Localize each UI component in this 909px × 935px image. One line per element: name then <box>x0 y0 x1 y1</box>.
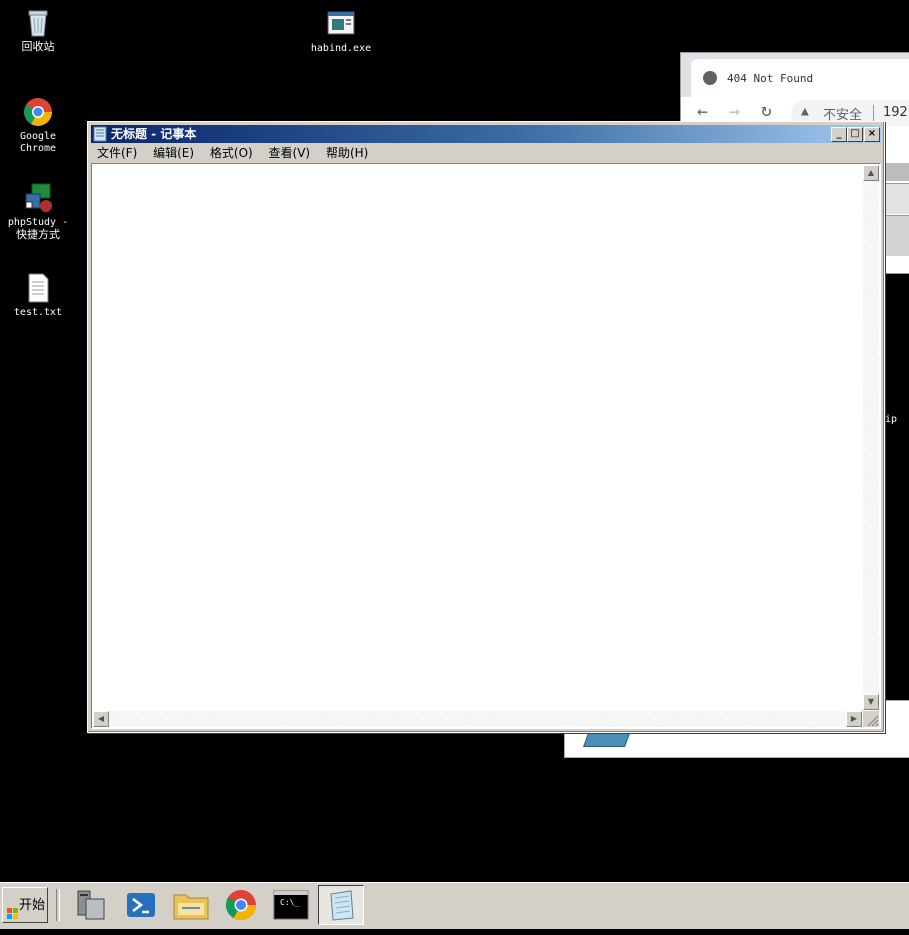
start-button[interactable]: 开始 <box>2 887 48 923</box>
menu-edit[interactable]: 编辑(E) <box>147 144 200 163</box>
taskbar-powershell[interactable] <box>118 885 164 925</box>
desktop-icon-habind[interactable]: habind.exe <box>309 8 373 55</box>
desktop-icon-label-line1: Google <box>19 131 57 142</box>
chrome-tab-title: 404 Not Found <box>727 72 814 85</box>
text-file-icon <box>22 272 54 304</box>
notepad-window[interactable]: 无标题 - 记事本 _ □ × 文件(F) 编辑(E) 格式(O) 查看(V) … <box>87 121 885 733</box>
menu-format[interactable]: 格式(O) <box>204 144 259 163</box>
desktop-icon-phpstudy[interactable]: phpStudy - 快捷方式 <box>6 182 70 241</box>
text-editor[interactable]: ▲ ▼ ◀ ▶ <box>91 163 881 729</box>
scroll-down-button[interactable]: ▼ <box>863 694 879 710</box>
scroll-up-button[interactable]: ▲ <box>863 165 879 181</box>
windows-flag-icon <box>7 899 19 919</box>
desktop-icon-label: habind.exe <box>310 43 372 54</box>
minimize-button[interactable]: _ <box>831 127 847 142</box>
address-divider <box>873 105 874 121</box>
exe-file-icon <box>325 8 357 40</box>
menu-help[interactable]: 帮助(H) <box>320 144 374 163</box>
menu-file[interactable]: 文件(F) <box>91 144 143 163</box>
page-strip <box>881 183 909 214</box>
desktop-icon-recycle-bin[interactable]: 回收站 <box>6 6 70 53</box>
desktop-icon-label-line2: 快捷方式 <box>16 228 60 241</box>
menu-view[interactable]: 查看(V) <box>263 144 317 163</box>
desktop-icon-label: 回收站 <box>21 40 55 53</box>
taskbar-chrome[interactable] <box>218 885 264 925</box>
phpstudy-icon <box>22 182 54 214</box>
recycle-bin-icon <box>22 6 54 38</box>
taskbar-server-manager[interactable] <box>68 885 114 925</box>
scroll-left-button[interactable]: ◀ <box>93 711 109 727</box>
desktop-icon-google-chrome[interactable]: Google Chrome <box>6 96 70 155</box>
server-manager-icon <box>77 890 105 920</box>
editor-content[interactable] <box>94 166 860 708</box>
forward-icon[interactable]: → <box>729 101 740 122</box>
desktop-icon-test-txt[interactable]: test.txt <box>6 272 70 319</box>
notepad-icon <box>330 890 354 921</box>
page-strip <box>881 163 909 181</box>
maximize-button[interactable]: □ <box>847 127 863 142</box>
start-label: 开始 <box>18 898 45 913</box>
warning-icon: ▲ <box>801 104 809 119</box>
chrome-icon <box>22 96 54 128</box>
taskbar: 开始 C:\_ <box>0 882 909 929</box>
window-title: 无标题 - 记事本 <box>111 127 197 141</box>
desktop-icon-label-line2: Chrome <box>19 143 57 154</box>
title-bar[interactable]: 无标题 - 记事本 _ □ × <box>91 125 881 143</box>
close-button[interactable]: × <box>864 127 880 142</box>
page-side-text: ip <box>885 414 898 425</box>
chrome-tab[interactable]: 404 Not Found <box>691 59 909 99</box>
resize-grip[interactable] <box>863 711 879 727</box>
taskbar-file-explorer[interactable] <box>168 885 214 925</box>
back-icon[interactable]: ← <box>697 101 708 122</box>
reload-icon[interactable]: ↻ <box>761 100 772 121</box>
notepad-icon <box>93 126 107 142</box>
scroll-right-button[interactable]: ▶ <box>846 711 862 727</box>
desktop-icon-label: test.txt <box>13 307 63 318</box>
taskbar-notepad[interactable] <box>318 885 364 925</box>
taskbar-separator <box>56 889 60 921</box>
globe-icon <box>703 71 717 85</box>
horizontal-scrollbar[interactable]: ◀ ▶ <box>93 711 862 727</box>
menu-bar: 文件(F) 编辑(E) 格式(O) 查看(V) 帮助(H) <box>91 144 881 163</box>
file-explorer-icon <box>173 894 209 920</box>
powershell-icon <box>127 893 155 917</box>
vertical-scrollbar[interactable]: ▲ ▼ <box>863 165 879 710</box>
chrome-icon <box>225 890 256 921</box>
page-strip <box>881 215 909 256</box>
cmd-icon-text: C:\_ <box>280 898 300 907</box>
taskbar-cmd[interactable]: C:\_ <box>268 885 314 925</box>
address-text: 192. <box>883 105 909 120</box>
